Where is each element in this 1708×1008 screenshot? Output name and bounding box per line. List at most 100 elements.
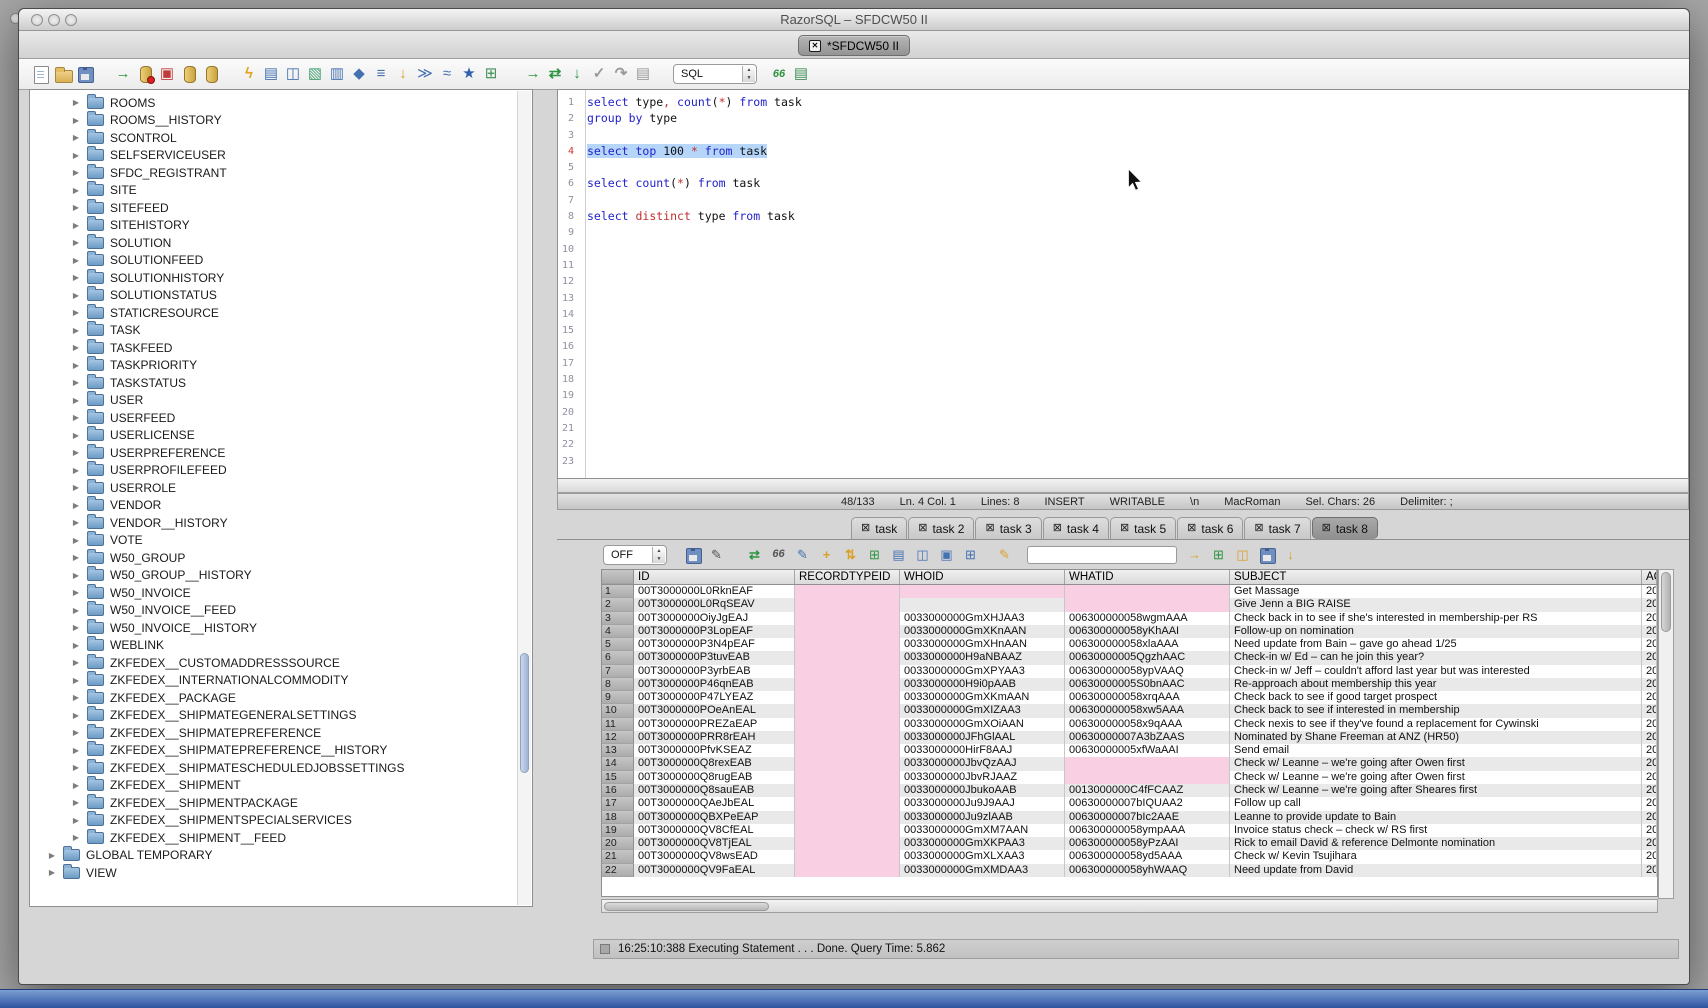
result-tab-task-7[interactable]: ⊠task 7 [1244, 517, 1310, 539]
document-tab-close-icon[interactable] [809, 40, 821, 52]
disclosure-triangle-icon[interactable]: ▶ [70, 483, 82, 492]
table-row[interactable]: 1400T3000000Q8rexEAB0033000000JbvQzAAJCh… [602, 757, 1657, 770]
statement-doc-icon[interactable]: ▤ [633, 64, 653, 84]
tree-item-sitehistory[interactable]: ▶SITEHISTORY [30, 217, 516, 235]
disclosure-triangle-icon[interactable]: ▶ [70, 203, 82, 212]
disclosure-triangle-icon[interactable]: ▶ [70, 676, 82, 685]
sql-editor[interactable]: 1select type, count(*) from task2group b… [557, 89, 1689, 479]
describe-glasses-icon[interactable]: 66 [769, 64, 789, 84]
table-row[interactable]: 300T3000000OiyJgEAJ0033000000GmXHJAA3006… [602, 612, 1657, 625]
tree-item-taskpriority[interactable]: ▶TASKPRIORITY [30, 357, 516, 375]
result-tab-task-4[interactable]: ⊠task 4 [1043, 517, 1109, 539]
grid-view-icon[interactable]: ▤ [889, 545, 908, 564]
disclosure-triangle-icon[interactable]: ▶ [70, 623, 82, 632]
table-row[interactable]: 1200T3000000PRR8rEAH0033000000JFhGlAAL00… [602, 731, 1657, 744]
text-view-icon[interactable]: ◫ [913, 545, 932, 564]
tab-close-icon[interactable]: ⊠ [1322, 523, 1331, 534]
tree-item-zkfedex-shipment[interactable]: ▶ZKFEDEX__SHIPMENT [30, 777, 516, 795]
export-results-icon[interactable]: ◫ [283, 64, 303, 84]
disclosure-triangle-icon[interactable]: ▶ [70, 308, 82, 317]
table-row[interactable]: 2000T3000000QV8TjEAL0033000000GmXKPAA300… [602, 837, 1657, 850]
grid-vscrollbar-thumb[interactable] [1661, 572, 1671, 632]
tree-item-zkfedex-shipmategeneralsettings[interactable]: ▶ZKFEDEX__SHIPMATEGENERALSETTINGS [30, 707, 516, 725]
disclosure-triangle-icon[interactable]: ▶ [70, 378, 82, 387]
indent-icon[interactable]: ≫ [415, 64, 435, 84]
result-tab-task-8[interactable]: ⊠task 8 [1312, 517, 1378, 539]
tree-item-zkfedex-shipmatepreference-history[interactable]: ▶ZKFEDEX__SHIPMATEPREFERENCE__HISTORY [30, 742, 516, 760]
disclosure-triangle-icon[interactable]: ▶ [70, 711, 82, 720]
tree-item-zkfedex-shipmatepreference[interactable]: ▶ZKFEDEX__SHIPMATEPREFERENCE [30, 724, 516, 742]
disclosure-triangle-icon[interactable]: ▶ [70, 728, 82, 737]
connection-info-icon[interactable] [201, 64, 221, 84]
table-row[interactable]: 700T3000000P3yrbEAB0033000000GmXPYAA3006… [602, 665, 1657, 678]
tree-item-solutionfeed[interactable]: ▶SOLUTIONFEED [30, 252, 516, 270]
disclosure-triangle-icon[interactable]: ▶ [70, 658, 82, 667]
table-row[interactable]: 1100T3000000PREZaEAP0033000000GmXOiAAN00… [602, 718, 1657, 731]
table-row[interactable]: 900T3000000P47LYEAZ0033000000GmXKmAAN006… [602, 691, 1657, 704]
table-row[interactable]: 1500T3000000Q8rugEAB0033000000JbvRJAAZCh… [602, 771, 1657, 784]
disclosure-triangle-icon[interactable]: ▶ [70, 798, 82, 807]
save-grid-icon[interactable] [1257, 545, 1276, 564]
disclosure-triangle-icon[interactable]: ▶ [70, 763, 82, 772]
add-connection-icon[interactable] [179, 64, 199, 84]
grid-hscrollbar[interactable] [601, 899, 1658, 913]
tree-item-sitefeed[interactable]: ▶SITEFEED [30, 199, 516, 217]
grid-hscrollbar-thumb[interactable] [604, 902, 769, 911]
disclosure-triangle-icon[interactable]: ▶ [70, 186, 82, 195]
tree-item-userpreference[interactable]: ▶USERPREFERENCE [30, 444, 516, 462]
column-header-subject[interactable]: SUBJECT [1230, 570, 1642, 584]
tree-item-solutionhistory[interactable]: ▶SOLUTIONHISTORY [30, 269, 516, 287]
row-limit-select[interactable]: OFF [603, 545, 667, 565]
table-row[interactable]: 200T3000000L0RqSEAVGive Jenn a BIG RAISE… [602, 598, 1657, 611]
tree-item-scontrol[interactable]: ▶SCONTROL [30, 129, 516, 147]
tree-item-rooms[interactable]: ▶ROOMS [30, 94, 516, 112]
show-ddl-icon[interactable]: ▤ [791, 64, 811, 84]
tree-item-w50-invoice-feed[interactable]: ▶W50_INVOICE__FEED [30, 602, 516, 620]
query-results-icon[interactable]: ▤ [261, 64, 281, 84]
tree-item-vendor-history[interactable]: ▶VENDOR__HISTORY [30, 514, 516, 532]
tree-item-site[interactable]: ▶SITE [30, 182, 516, 200]
tree-item-solutionstatus[interactable]: ▶SOLUTIONSTATUS [30, 287, 516, 305]
sidebar-scrollbar-thumb[interactable] [520, 653, 529, 773]
tree-item-userprofilefeed[interactable]: ▶USERPROFILEFEED [30, 462, 516, 480]
column-header-recordtypeid[interactable]: RECORDTYPEID [795, 570, 900, 584]
disclosure-triangle-icon[interactable]: ▶ [70, 833, 82, 842]
new-grid-window-icon[interactable]: ◫ [1233, 545, 1252, 564]
tree-item-zkfedex-customaddresssource[interactable]: ▶ZKFEDEX__CUSTOMADDRESSSOURCE [30, 654, 516, 672]
disclosure-triangle-icon[interactable]: ▶ [70, 466, 82, 475]
result-tab-task-3[interactable]: ⊠task 3 [975, 517, 1041, 539]
stepper-icon[interactable] [652, 547, 665, 563]
tree-item-sfdc-registrant[interactable]: ▶SFDC_REGISTRANT [30, 164, 516, 182]
disclosure-triangle-icon[interactable]: ▶ [70, 361, 82, 370]
disclosure-triangle-icon[interactable]: ▶ [46, 851, 58, 860]
execute-lightning-icon[interactable]: ϟ [239, 64, 259, 84]
disclosure-triangle-icon[interactable]: ▶ [70, 501, 82, 510]
tree-item-w50-group[interactable]: ▶W50_GROUP [30, 549, 516, 567]
disclosure-triangle-icon[interactable]: ▶ [70, 116, 82, 125]
disclosure-triangle-icon[interactable]: ▶ [70, 238, 82, 247]
tree-item-w50-invoice[interactable]: ▶W50_INVOICE [30, 584, 516, 602]
tab-close-icon[interactable]: ⊠ [1187, 523, 1196, 534]
column-header-whoid[interactable]: WHOID [900, 570, 1065, 584]
reload-objects-icon[interactable]: ▧ [305, 64, 325, 84]
bookmarks-icon[interactable]: ◆ [349, 64, 369, 84]
tree-item-taskstatus[interactable]: ▶TASKSTATUS [30, 374, 516, 392]
tab-close-icon[interactable]: ⊠ [861, 523, 870, 534]
tree-item-w50-group-history[interactable]: ▶W50_GROUP__HISTORY [30, 567, 516, 585]
edit-table-icon[interactable]: ⊞ [481, 64, 501, 84]
disclosure-triangle-icon[interactable]: ▶ [70, 606, 82, 615]
tree-item-zkfedex-shipmatescheduledjobssettings[interactable]: ▶ZKFEDEX__SHIPMATESCHEDULEDJOBSSETTINGS [30, 759, 516, 777]
new-file-icon[interactable] [31, 64, 51, 84]
table-row[interactable]: 2100T3000000QV8wsEAD0033000000GmXLXAA300… [602, 850, 1657, 863]
document-tab[interactable]: *SFDCW50 II [798, 35, 910, 56]
table-row[interactable]: 1900T3000000QV8CfEAL0033000000GmXM7AAN00… [602, 824, 1657, 837]
disclosure-triangle-icon[interactable]: ▶ [70, 221, 82, 230]
disconnect-icon[interactable] [135, 64, 155, 84]
tree-item-solution[interactable]: ▶SOLUTION [30, 234, 516, 252]
table-row[interactable]: 1000T3000000POeAnEAL0033000000GmXIZAA300… [602, 704, 1657, 717]
disclosure-triangle-icon[interactable]: ▶ [70, 396, 82, 405]
table-row[interactable]: 500T3000000P3N4pEAF0033000000GmXHnAAN006… [602, 638, 1657, 651]
execute-all-icon[interactable]: ⇄ [545, 64, 565, 84]
disclosure-triangle-icon[interactable]: ▶ [70, 448, 82, 457]
table-row[interactable]: 1700T3000000QAeJbEAL0033000000Ju9J9AAJ00… [602, 797, 1657, 810]
